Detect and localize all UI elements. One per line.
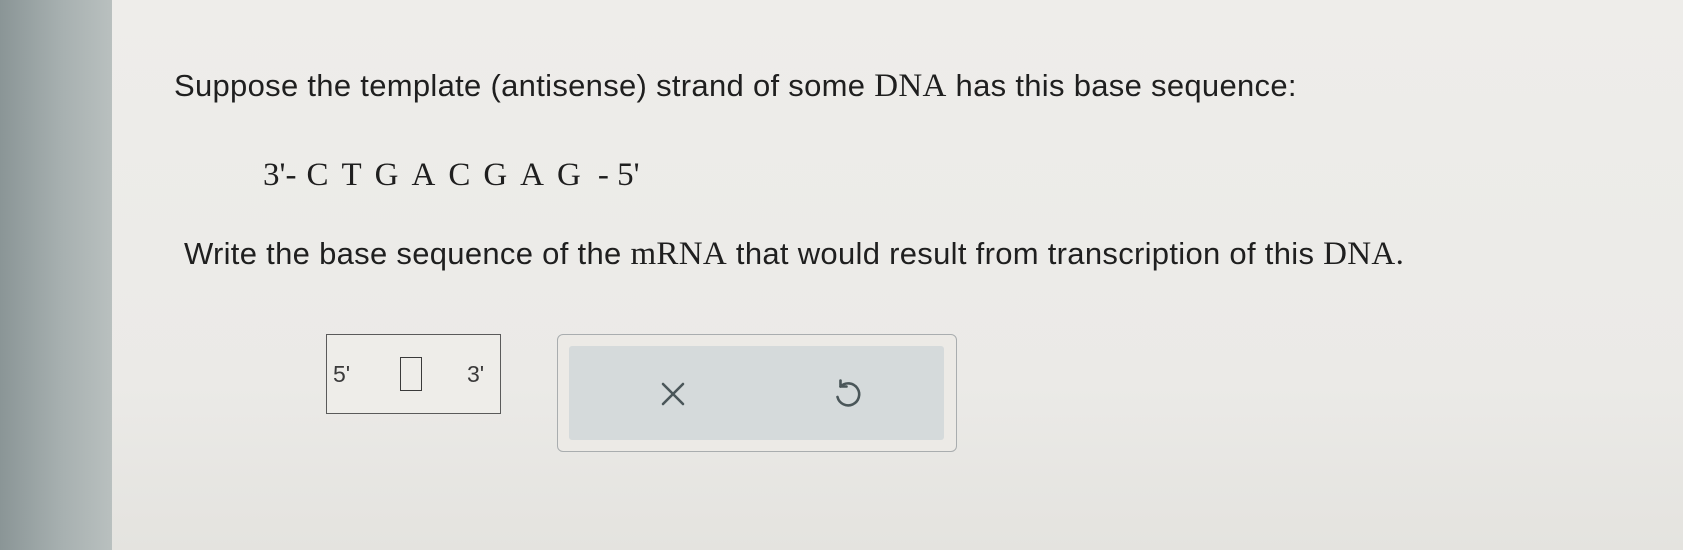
answer-5-prime-label: 5' bbox=[333, 361, 351, 387]
instruction-middle: that would result from transcription of … bbox=[727, 236, 1324, 271]
instruction-period: . bbox=[1395, 236, 1405, 272]
instruction-prompt: Write the base sequence of the mRNA that… bbox=[184, 236, 1404, 273]
strand-base: A bbox=[411, 157, 436, 193]
mrna-answer-box: 5' 3' bbox=[326, 334, 501, 414]
strand-base: C bbox=[448, 157, 471, 193]
strand-base: A bbox=[520, 157, 545, 193]
undo-icon bbox=[830, 377, 864, 411]
answer-actions-bar bbox=[569, 346, 944, 440]
prompt-start: Suppose the template (antisense) strand … bbox=[174, 68, 875, 103]
instruction-start: Write the base sequence of the bbox=[184, 236, 631, 271]
template-strand-sequence: 3'- C T G A C G A G - 5' bbox=[263, 157, 640, 194]
question-prompt: Suppose the template (antisense) strand … bbox=[174, 68, 1297, 105]
answer-actions-panel bbox=[557, 334, 957, 452]
strand-base: T bbox=[341, 157, 362, 193]
strand-base: G bbox=[483, 157, 508, 193]
prompt-end: has this base sequence: bbox=[946, 68, 1297, 103]
strand-right-end: - 5' bbox=[597, 157, 640, 193]
instruction-term-dna: DNA bbox=[1323, 236, 1396, 272]
strand-base: G bbox=[374, 157, 399, 193]
strand-left-end: 3'- bbox=[263, 157, 297, 193]
strand-base: G bbox=[557, 157, 581, 193]
left-edge-strip bbox=[0, 0, 112, 550]
prompt-term-dna: DNA bbox=[874, 68, 947, 104]
mrna-sequence-input[interactable] bbox=[400, 357, 422, 391]
strand-base: C bbox=[306, 157, 329, 193]
x-icon bbox=[658, 379, 688, 409]
undo-button[interactable] bbox=[827, 374, 867, 414]
clear-button[interactable] bbox=[653, 374, 693, 414]
instruction-term-mrna: mRNA bbox=[630, 236, 727, 272]
answer-3-prime-label: 3' bbox=[467, 361, 485, 387]
